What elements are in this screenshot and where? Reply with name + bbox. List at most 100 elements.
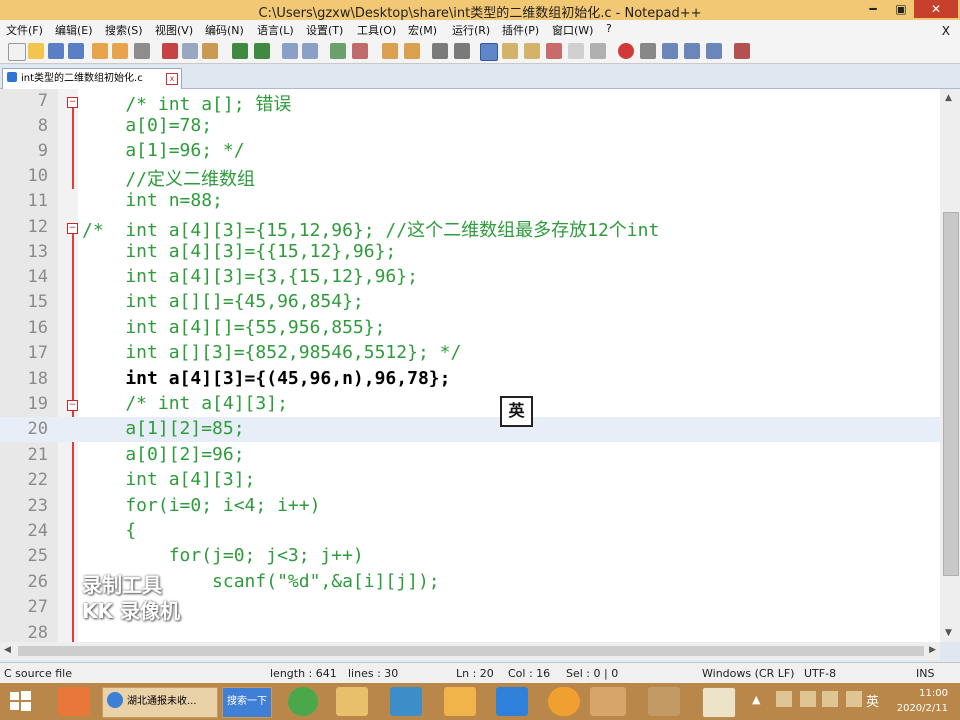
tab-close-icon[interactable]: x <box>166 73 178 85</box>
speed-meter-icon[interactable] <box>590 687 626 716</box>
menu-tools[interactable]: 工具(O) <box>357 20 396 38</box>
sync-vertical-icon[interactable] <box>382 43 398 59</box>
code-line[interactable]: 15 int a[][]={45,96,854}; <box>0 290 940 315</box>
scroll-left-icon[interactable]: ◀ <box>4 645 11 655</box>
record-macro-icon[interactable] <box>618 43 634 59</box>
monitoring-icon[interactable] <box>590 43 606 59</box>
tray-flag-icon[interactable] <box>800 691 816 707</box>
recorder-app-icon[interactable] <box>548 687 580 716</box>
maximize-button[interactable]: ▣ <box>888 0 914 18</box>
zoom-in-icon[interactable] <box>330 43 346 59</box>
redo-icon[interactable] <box>254 43 270 59</box>
code-line[interactable]: 14 int a[4][3]={3,{15,12},96}; <box>0 265 940 290</box>
vertical-scroll-thumb[interactable] <box>943 212 959 576</box>
save-icon[interactable] <box>48 43 64 59</box>
code-line[interactable]: 25 for(j=0; j<3; j++) <box>0 544 940 569</box>
minimize-button[interactable]: ━ <box>860 0 886 18</box>
save-macro-icon[interactable] <box>706 43 722 59</box>
code-line[interactable]: 17 int a[][3]={852,98546,5512}; */ <box>0 341 940 366</box>
menu-view[interactable]: 视图(V) <box>155 20 193 38</box>
cloud-app-icon[interactable] <box>390 687 422 716</box>
print-icon[interactable] <box>134 43 150 59</box>
close-file-icon[interactable] <box>92 43 108 59</box>
menu-edit[interactable]: 编辑(E) <box>55 20 93 38</box>
code-line[interactable]: 13 int a[4][3]={{15,12},96}; <box>0 240 940 265</box>
code-line[interactable]: 7 − /* int a[]; 错误 <box>0 89 940 115</box>
code-line[interactable]: 28 <box>0 621 940 642</box>
mail-app-icon[interactable] <box>444 687 476 716</box>
menu-run[interactable]: 运行(R) <box>452 20 490 38</box>
scroll-right-icon[interactable]: ▶ <box>929 645 936 655</box>
save-all-icon[interactable] <box>68 43 84 59</box>
menu-search[interactable]: 搜索(S) <box>105 20 143 38</box>
scroll-up-icon[interactable]: ▲ <box>945 93 952 103</box>
menu-encoding[interactable]: 编码(N) <box>205 20 244 38</box>
code-editor[interactable]: 7 − /* int a[]; 错误 8 a[0]=78; 9 a[1]=96;… <box>0 89 940 642</box>
menu-plugins[interactable]: 插件(P) <box>502 20 539 38</box>
fold-toggle-icon[interactable]: − <box>67 223 78 234</box>
menu-macro[interactable]: 宏(M) <box>408 20 437 38</box>
playback-macro-icon[interactable] <box>662 43 678 59</box>
sync-horizontal-icon[interactable] <box>404 43 420 59</box>
menu-file[interactable]: 文件(F) <box>6 20 43 38</box>
tab-current-file[interactable]: int类型的二维数组初始化.c x <box>2 68 182 89</box>
menu-settings[interactable]: 设置(T) <box>306 20 343 38</box>
code-line-current[interactable]: 20 a[1][2]=85; <box>0 417 940 442</box>
stop-record-icon[interactable] <box>640 43 656 59</box>
scroll-down-icon[interactable]: ▼ <box>945 628 952 638</box>
start-button[interactable] <box>6 687 38 716</box>
word-wrap-icon[interactable] <box>432 43 448 59</box>
tray-volume-icon[interactable] <box>822 691 838 707</box>
replace-icon[interactable] <box>302 43 318 59</box>
fold-toggle-icon[interactable]: − <box>67 97 78 108</box>
app-icon-1[interactable] <box>58 687 90 716</box>
document-map-icon[interactable] <box>524 43 540 59</box>
indent-guide-icon[interactable] <box>480 43 498 61</box>
tray-battery-icon[interactable] <box>846 691 862 707</box>
taskbar-clock[interactable]: 11:00 2020/2/11 <box>897 686 948 716</box>
menu-help[interactable]: ? <box>606 20 612 35</box>
code-line[interactable]: 23 for(i=0; i<4; i++) <box>0 494 940 519</box>
run-macro-multiple-icon[interactable] <box>684 43 700 59</box>
close-all-icon[interactable] <box>112 43 128 59</box>
find-icon[interactable] <box>282 43 298 59</box>
code-line[interactable]: 9 a[1]=96; */ <box>0 139 940 164</box>
taskbar-search-window[interactable]: 搜索一下 <box>222 687 272 718</box>
spell-check-icon[interactable] <box>734 43 750 59</box>
copy-icon[interactable] <box>182 43 198 59</box>
taskbar-browser-window[interactable]: 湖北通报未收... <box>102 687 218 718</box>
code-line[interactable]: 8 a[0]=78; <box>0 114 940 139</box>
tray-arrow-icon[interactable]: ▲ <box>752 693 760 706</box>
zoom-out-icon[interactable] <box>352 43 368 59</box>
new-file-icon[interactable] <box>8 43 26 61</box>
menu-language[interactable]: 语言(L) <box>257 20 294 38</box>
code-line[interactable]: 10 //定义二维数组 <box>0 164 940 190</box>
user-language-icon[interactable] <box>502 43 518 59</box>
code-line[interactable]: 11 int n=88; <box>0 189 940 214</box>
code-line[interactable]: 16 int a[4][]={55,956,855}; <box>0 316 940 341</box>
show-all-chars-icon[interactable] <box>454 43 470 59</box>
tray-ime-label[interactable]: 英 <box>866 691 879 710</box>
messenger-icon[interactable] <box>496 687 528 716</box>
file-explorer-icon[interactable] <box>336 687 368 716</box>
horizontal-scroll-thumb[interactable] <box>18 646 924 656</box>
code-line[interactable]: 22 int a[4][3]; <box>0 468 940 493</box>
paste-icon[interactable] <box>202 43 218 59</box>
close-button[interactable]: ✕ <box>914 0 958 18</box>
tools-app-icon[interactable] <box>648 687 680 716</box>
code-line[interactable]: 21 a[0][2]=96; <box>0 443 940 468</box>
folder-as-workspace-icon[interactable] <box>568 43 584 59</box>
tray-network-icon[interactable] <box>776 691 792 707</box>
browser-green-icon[interactable] <box>288 687 318 716</box>
cut-icon[interactable] <box>162 43 178 59</box>
function-list-icon[interactable] <box>546 43 562 59</box>
fold-toggle-icon[interactable]: − <box>67 400 78 411</box>
code-line[interactable]: 24 { <box>0 519 940 544</box>
code-line[interactable]: 19 − /* int a[4][3]; <box>0 392 940 417</box>
menu-window[interactable]: 窗口(W) <box>552 20 593 38</box>
menu-close-doc-button[interactable]: X <box>942 22 950 38</box>
notepad-plus-plus-taskbar-icon[interactable] <box>702 687 736 718</box>
open-file-icon[interactable] <box>28 43 44 59</box>
undo-icon[interactable] <box>232 43 248 59</box>
code-line[interactable]: 12 − /* int a[4][3]={15,12,96}; //这个二维数组… <box>0 215 940 241</box>
